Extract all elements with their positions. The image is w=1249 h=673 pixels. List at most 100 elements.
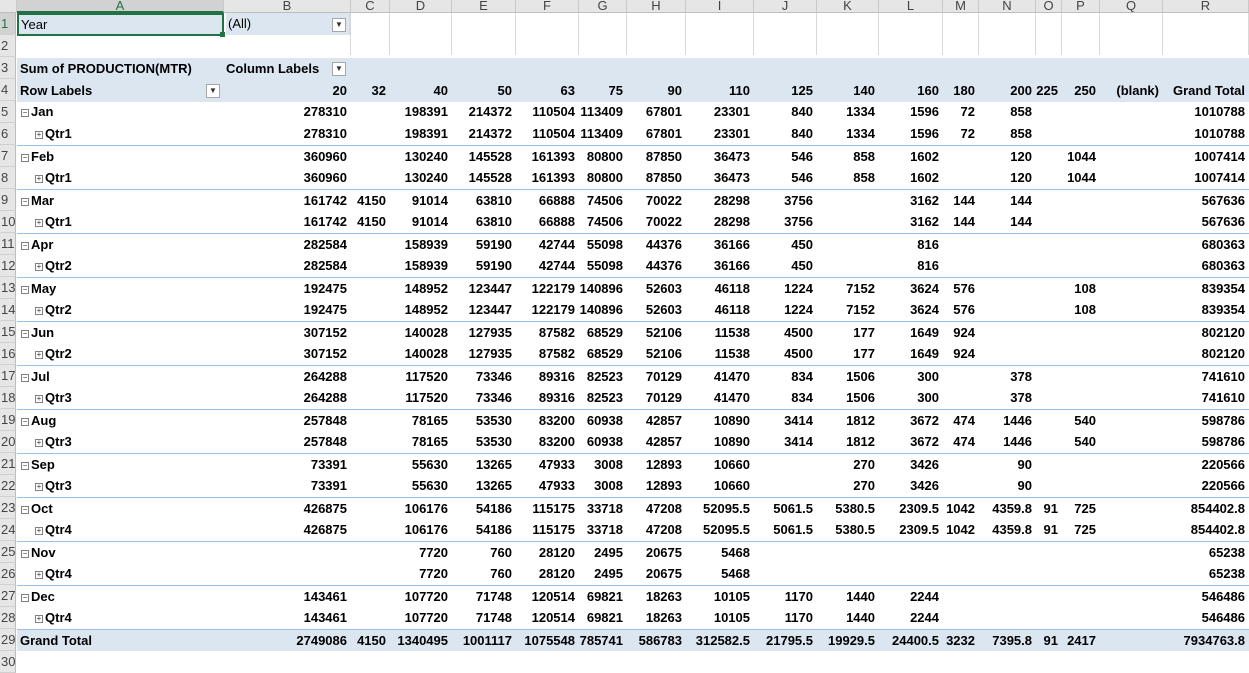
pivot-value-cell[interactable]: 3414 (754, 431, 817, 453)
pivot-value-cell[interactable] (351, 366, 390, 388)
pivot-value-cell[interactable] (1062, 454, 1100, 476)
pivot-value-cell[interactable]: 1007414 (1163, 167, 1249, 189)
row-header-15[interactable]: 15 (0, 321, 16, 343)
pivot-value-cell[interactable] (1062, 343, 1100, 365)
collapse-icon[interactable]: − (21, 197, 29, 206)
pivot-value-cell[interactable] (1062, 542, 1100, 564)
pivot-value-cell[interactable] (1100, 211, 1163, 233)
pivot-value-cell[interactable]: 1340495 (390, 630, 452, 652)
pivot-value-cell[interactable] (1036, 387, 1062, 409)
pivot-value-cell[interactable]: 1224 (754, 299, 817, 321)
pivot-value-cell[interactable] (1100, 299, 1163, 321)
pivot-value-cell[interactable]: 63810 (452, 190, 516, 212)
pivot-value-cell[interactable]: 71748 (452, 586, 516, 608)
expand-icon[interactable]: + (35, 438, 43, 447)
pivot-value-cell[interactable]: 144 (979, 211, 1036, 233)
pivot-value-cell[interactable] (1100, 123, 1163, 145)
pivot-value-cell[interactable]: 10660 (686, 454, 754, 476)
pivot-value-cell[interactable]: 55098 (579, 234, 627, 256)
column-header-r[interactable]: R (1163, 0, 1249, 13)
pivot-value-cell[interactable]: 18263 (627, 607, 686, 629)
row-label-cell[interactable]: − Sep (17, 454, 224, 476)
pivot-value-cell[interactable]: 117520 (390, 387, 452, 409)
pivot-value-cell[interactable]: 28298 (686, 190, 754, 212)
pivot-column-header[interactable]: 63 (516, 80, 579, 102)
row-label-cell[interactable]: − May (17, 278, 224, 300)
pivot-value-cell[interactable]: 73346 (452, 366, 516, 388)
pivot-value-cell[interactable]: 378 (979, 366, 1036, 388)
pivot-value-cell[interactable] (879, 542, 943, 564)
pivot-value-cell[interactable]: 3426 (879, 475, 943, 497)
value-field-label[interactable]: Sum of PRODUCTION(MTR) (17, 58, 224, 80)
pivot-value-cell[interactable]: 144 (943, 211, 979, 233)
pivot-value-cell[interactable] (351, 278, 390, 300)
pivot-value-cell[interactable]: 282584 (224, 234, 351, 256)
pivot-value-cell[interactable] (351, 454, 390, 476)
pivot-value-cell[interactable]: 91 (1036, 519, 1062, 541)
pivot-value-cell[interactable]: 1812 (817, 431, 879, 453)
pivot-value-cell[interactable]: 4500 (754, 322, 817, 344)
pivot-value-cell[interactable] (1036, 454, 1062, 476)
pivot-value-cell[interactable] (1036, 586, 1062, 608)
pivot-value-cell[interactable]: 60938 (579, 410, 627, 432)
pivot-value-cell[interactable]: 10890 (686, 431, 754, 453)
pivot-value-cell[interactable]: 127935 (452, 322, 516, 344)
pivot-value-cell[interactable]: 52603 (627, 278, 686, 300)
pivot-value-cell[interactable]: 3756 (754, 190, 817, 212)
pivot-value-cell[interactable]: 115175 (516, 519, 579, 541)
pivot-value-cell[interactable]: 24400.5 (879, 630, 943, 652)
pivot-value-cell[interactable]: 1042 (943, 519, 979, 541)
collapse-icon[interactable]: − (21, 108, 29, 117)
row-label-cell[interactable]: − Apr (17, 234, 224, 256)
row-header-12[interactable]: 12 (0, 255, 16, 277)
row-label-cell[interactable]: + Qtr4 (17, 519, 224, 541)
pivot-value-cell[interactable]: 307152 (224, 322, 351, 344)
expand-icon[interactable]: + (35, 570, 43, 579)
column-header-m[interactable]: M (943, 0, 979, 13)
pivot-value-cell[interactable] (943, 454, 979, 476)
pivot-value-cell[interactable]: 90 (979, 454, 1036, 476)
pivot-value-cell[interactable]: 426875 (224, 519, 351, 541)
row-header-11[interactable]: 11 (0, 233, 16, 255)
pivot-value-cell[interactable] (817, 211, 879, 233)
pivot-value-cell[interactable]: 36166 (686, 255, 754, 277)
pivot-value-cell[interactable] (754, 475, 817, 497)
pivot-value-cell[interactable] (943, 234, 979, 256)
row-header-24[interactable]: 24 (0, 519, 16, 541)
pivot-value-cell[interactable]: 63810 (452, 211, 516, 233)
pivot-value-cell[interactable]: 28120 (516, 542, 579, 564)
pivot-value-cell[interactable]: 42744 (516, 255, 579, 277)
pivot-value-cell[interactable] (1100, 454, 1163, 476)
pivot-value-cell[interactable]: 858 (817, 167, 879, 189)
pivot-value-cell[interactable]: 834 (754, 366, 817, 388)
row-label-cell[interactable]: + Qtr1 (17, 211, 224, 233)
pivot-value-cell[interactable] (351, 607, 390, 629)
pivot-value-cell[interactable]: 107720 (390, 586, 452, 608)
pivot-value-cell[interactable]: 67801 (627, 123, 686, 145)
pivot-value-cell[interactable] (1100, 475, 1163, 497)
pivot-value-cell[interactable]: 65238 (1163, 563, 1249, 585)
pivot-value-cell[interactable]: 474 (943, 410, 979, 432)
year-filter-dropdown-button[interactable]: ▼ (332, 18, 346, 32)
pivot-value-cell[interactable]: 66888 (516, 211, 579, 233)
pivot-value-cell[interactable] (1062, 123, 1100, 145)
pivot-value-cell[interactable] (943, 255, 979, 277)
pivot-value-cell[interactable] (943, 475, 979, 497)
pivot-value-cell[interactable]: 78165 (390, 431, 452, 453)
pivot-value-cell[interactable]: 2495 (579, 542, 627, 564)
pivot-value-cell[interactable]: 70129 (627, 366, 686, 388)
pivot-value-cell[interactable]: 1010788 (1163, 123, 1249, 145)
pivot-value-cell[interactable]: 28120 (516, 563, 579, 585)
pivot-value-cell[interactable]: 1170 (754, 607, 817, 629)
pivot-value-cell[interactable]: 11538 (686, 322, 754, 344)
expand-icon[interactable]: + (35, 306, 43, 315)
expand-icon[interactable]: + (35, 482, 43, 491)
collapse-icon[interactable]: − (21, 505, 29, 514)
pivot-value-cell[interactable]: 257848 (224, 431, 351, 453)
pivot-value-cell[interactable]: 106176 (390, 498, 452, 520)
pivot-value-cell[interactable] (1062, 101, 1100, 123)
pivot-value-cell[interactable] (351, 146, 390, 168)
pivot-value-cell[interactable]: 19929.5 (817, 630, 879, 652)
pivot-value-cell[interactable]: 70022 (627, 190, 686, 212)
pivot-value-cell[interactable]: 89316 (516, 366, 579, 388)
